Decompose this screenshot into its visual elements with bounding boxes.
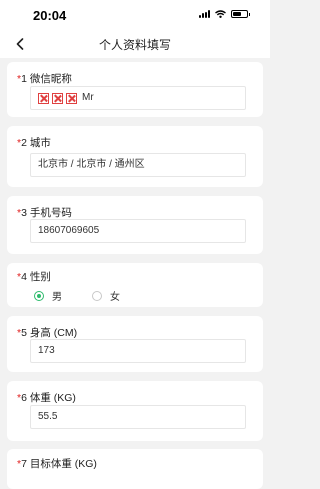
phone-input[interactable]: 18607069605 — [30, 219, 246, 243]
nav-bar: 个人资料填写 — [0, 30, 270, 58]
height-card: *5 身高 (CM) 173 — [7, 316, 263, 372]
signal-icon — [199, 10, 210, 18]
nickname-label: *1 微信昵称 — [17, 73, 72, 85]
city-label: *2 城市 — [17, 137, 51, 149]
status-icons — [199, 10, 250, 18]
gender-radio-group: 男 女 — [34, 288, 150, 303]
radio-unchecked-icon — [92, 290, 102, 301]
status-time: 20:04 — [33, 8, 67, 23]
battery-icon — [231, 10, 250, 18]
nickname-value: Mr — [82, 92, 94, 103]
height-input[interactable]: 173 — [30, 339, 246, 363]
gender-option-label: 男 — [52, 292, 62, 303]
phone-card: *3 手机号码 18607069605 — [7, 196, 263, 254]
nickname-emoji-icon — [66, 92, 77, 104]
target-weight-card: *7 目标体重 (KG) — [7, 449, 263, 489]
city-card: *2 城市 北京市 / 北京市 / 通州区 — [7, 126, 263, 187]
nickname-input[interactable]: Mr — [30, 86, 246, 110]
weight-label: *6 体重 (KG) — [17, 392, 76, 404]
nickname-emoji-icon — [52, 92, 63, 104]
city-picker[interactable]: 北京市 / 北京市 / 通州区 — [30, 153, 246, 177]
gender-card: *4 性别 男 女 — [7, 263, 263, 307]
gender-option-female[interactable]: 女 — [92, 288, 120, 303]
radio-checked-icon — [34, 290, 44, 301]
height-label: *5 身高 (CM) — [17, 327, 78, 339]
page-title: 个人资料填写 — [98, 38, 171, 52]
gender-option-label: 女 — [110, 292, 120, 303]
status-bar: 20:04 — [0, 0, 270, 30]
wifi-icon — [215, 10, 226, 18]
nickname-emoji-icon — [38, 92, 49, 104]
phone-label: *3 手机号码 — [17, 207, 72, 219]
gender-option-male[interactable]: 男 — [34, 288, 62, 303]
weight-input[interactable]: 55.5 — [30, 405, 246, 429]
nickname-card: *1 微信昵称 Mr — [7, 62, 263, 117]
gender-label: *4 性别 — [17, 271, 51, 283]
target-weight-label: *7 目标体重 (KG) — [17, 458, 97, 470]
weight-card: *6 体重 (KG) 55.5 — [7, 381, 263, 441]
